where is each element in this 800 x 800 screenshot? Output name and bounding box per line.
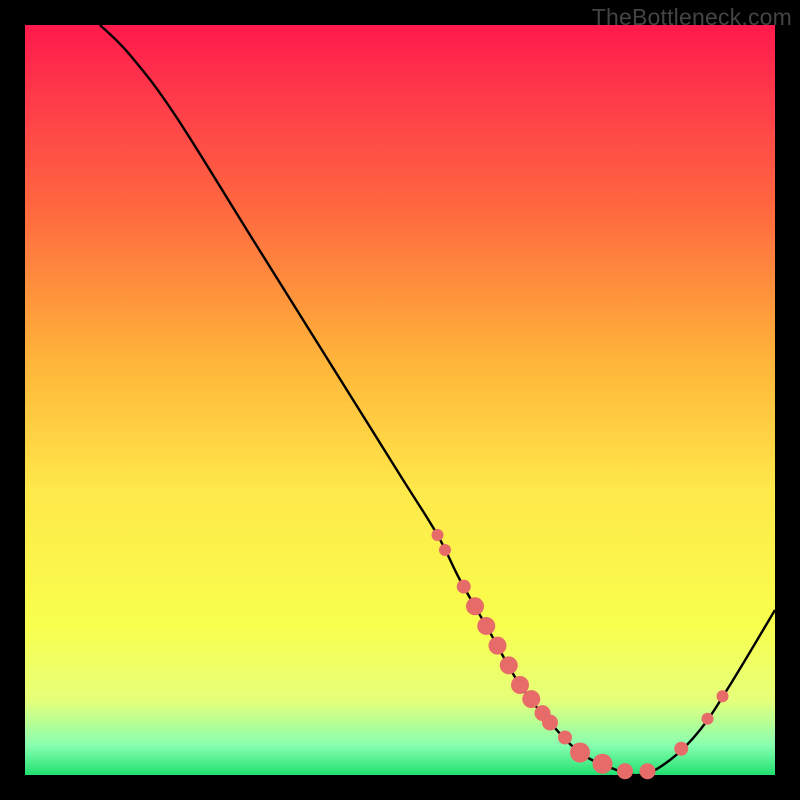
curve-marker — [542, 715, 558, 731]
curve-marker — [466, 597, 484, 615]
bottleneck-curve — [100, 25, 775, 775]
curve-marker — [457, 580, 471, 594]
curve-marker — [702, 713, 714, 725]
chart-gradient-frame — [25, 25, 775, 775]
curve-marker — [432, 529, 444, 541]
curve-marker — [558, 731, 572, 745]
curve-marker — [439, 544, 451, 556]
curve-marker — [640, 763, 656, 779]
watermark-text: TheBottleneck.com — [592, 4, 792, 31]
curve-marker — [593, 754, 613, 774]
curve-markers — [432, 529, 729, 779]
curve-marker — [477, 617, 495, 635]
curve-marker — [522, 690, 540, 708]
curve-marker — [500, 656, 518, 674]
curve-marker — [717, 690, 729, 702]
curve-marker — [489, 637, 507, 655]
curve-marker — [511, 676, 529, 694]
curve-marker — [617, 763, 633, 779]
curve-marker — [674, 742, 688, 756]
curve-marker — [570, 743, 590, 763]
chart-svg — [25, 25, 775, 775]
